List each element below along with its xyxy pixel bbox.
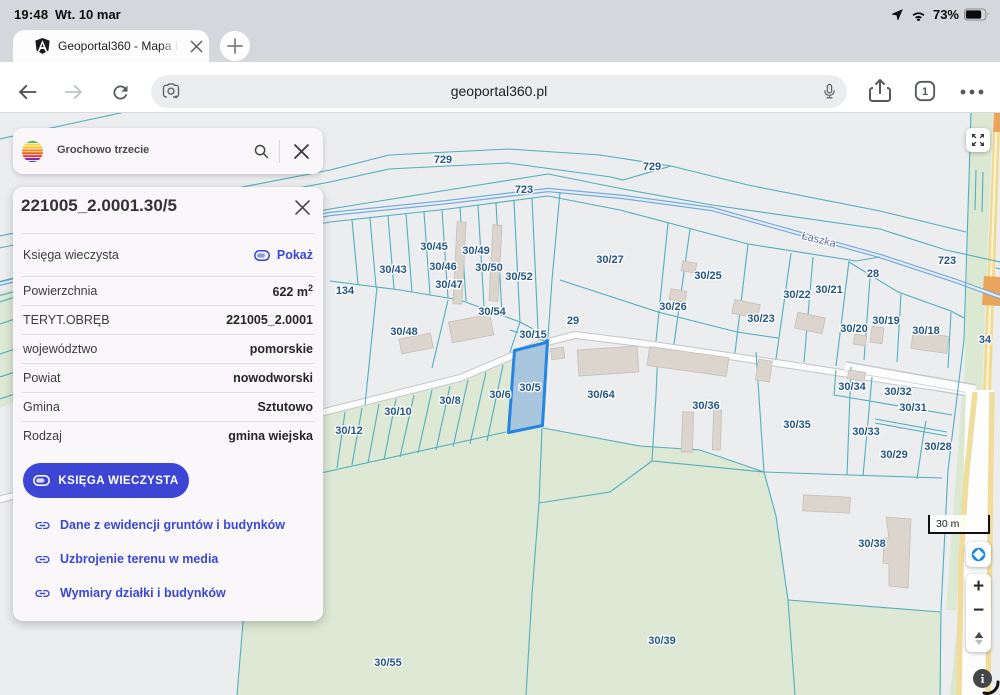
- svg-text:723: 723: [938, 255, 956, 267]
- svg-text:30/43: 30/43: [379, 264, 407, 276]
- svg-text:30/22: 30/22: [783, 289, 811, 301]
- svg-text:30/46: 30/46: [429, 261, 457, 273]
- svg-text:30/12: 30/12: [335, 425, 363, 437]
- svg-text:30/52: 30/52: [505, 271, 533, 283]
- svg-text:30/34: 30/34: [838, 381, 866, 393]
- svg-text:30/33: 30/33: [852, 426, 880, 438]
- svg-text:723: 723: [515, 184, 533, 196]
- svg-text:30/55: 30/55: [374, 657, 402, 669]
- svg-text:729: 729: [434, 154, 452, 166]
- svg-text:30/54: 30/54: [478, 306, 506, 318]
- svg-text:30/5: 30/5: [519, 382, 540, 394]
- svg-text:29: 29: [567, 315, 579, 327]
- svg-text:30/8: 30/8: [439, 395, 460, 407]
- svg-text:1: 1: [922, 86, 928, 98]
- svg-text:30/47: 30/47: [435, 279, 463, 291]
- svg-text:30/50: 30/50: [475, 262, 503, 274]
- svg-text:30/31: 30/31: [899, 402, 927, 414]
- svg-text:30/35: 30/35: [783, 419, 811, 431]
- svg-text:134: 134: [336, 285, 355, 297]
- svg-text:30/23: 30/23: [747, 313, 775, 325]
- svg-text:30/10: 30/10: [384, 406, 412, 418]
- svg-text:30/26: 30/26: [659, 301, 687, 313]
- svg-text:30/45: 30/45: [420, 241, 448, 253]
- svg-text:729: 729: [643, 161, 661, 173]
- svg-text:30/18: 30/18: [912, 325, 940, 337]
- svg-text:30/19: 30/19: [872, 315, 900, 327]
- svg-text:30/28: 30/28: [924, 441, 952, 453]
- svg-text:30/21: 30/21: [815, 284, 843, 296]
- svg-text:30/27: 30/27: [596, 254, 624, 266]
- svg-text:34: 34: [979, 334, 992, 346]
- svg-text:30/36: 30/36: [692, 400, 720, 412]
- svg-text:28: 28: [867, 268, 879, 280]
- svg-text:30/32: 30/32: [884, 386, 912, 398]
- svg-text:30/64: 30/64: [587, 389, 615, 401]
- svg-text:30/20: 30/20: [840, 323, 868, 335]
- svg-text:30/25: 30/25: [694, 270, 722, 282]
- svg-text:30/39: 30/39: [648, 635, 676, 647]
- svg-text:30/48: 30/48: [390, 326, 418, 338]
- svg-text:30/38: 30/38: [858, 538, 886, 550]
- svg-text:30/6: 30/6: [489, 389, 510, 401]
- svg-text:30/49: 30/49: [462, 245, 490, 257]
- svg-text:30/15: 30/15: [519, 329, 547, 341]
- svg-text:30/29: 30/29: [880, 449, 908, 461]
